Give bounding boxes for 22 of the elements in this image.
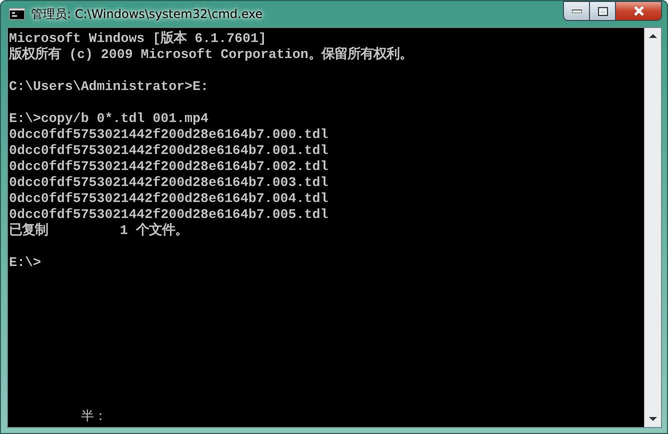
console-line: 0dcc0fdf5753021442f200d28e6164b7.001.tdl	[9, 143, 330, 159]
window-title: 管理员: C:\Windows\system32\cmd.exe	[31, 6, 263, 22]
console-line: 版权所有 (c) 2009 Microsoft Corporation。保留所有权利。	[9, 47, 414, 63]
console-line: E:\>	[9, 255, 42, 271]
console-line: 0dcc0fdf5753021442f200d28e6164b7.000.tdl	[9, 127, 330, 143]
maximize-icon	[598, 6, 608, 16]
console-line: 0dcc0fdf5753021442f200d28e6164b7.003.tdl	[9, 175, 330, 191]
close-icon	[632, 6, 644, 16]
minimize-button[interactable]	[563, 1, 590, 21]
console-line: 0dcc0fdf5753021442f200d28e6164b7.002.tdl	[9, 159, 330, 175]
ime-status: 半：	[81, 409, 107, 425]
console-line: E:\>copy/b 0*.tdl 001.mp4	[9, 111, 210, 127]
console-line: Microsoft Windows [版本 6.1.7601]	[9, 31, 268, 46]
maximize-button[interactable]	[590, 1, 616, 21]
scrollbar[interactable]	[644, 28, 661, 427]
console-line: C:\Users\Administrator>E:	[9, 79, 210, 95]
minimize-icon	[572, 9, 582, 13]
close-button[interactable]	[616, 1, 662, 21]
console-line: 已复制 1 个文件。	[9, 223, 189, 239]
console-line: 0dcc0fdf5753021442f200d28e6164b7.004.tdl	[9, 191, 330, 207]
console-line: 0dcc0fdf5753021442f200d28e6164b7.005.tdl	[9, 207, 330, 222]
console-icon	[9, 8, 25, 20]
